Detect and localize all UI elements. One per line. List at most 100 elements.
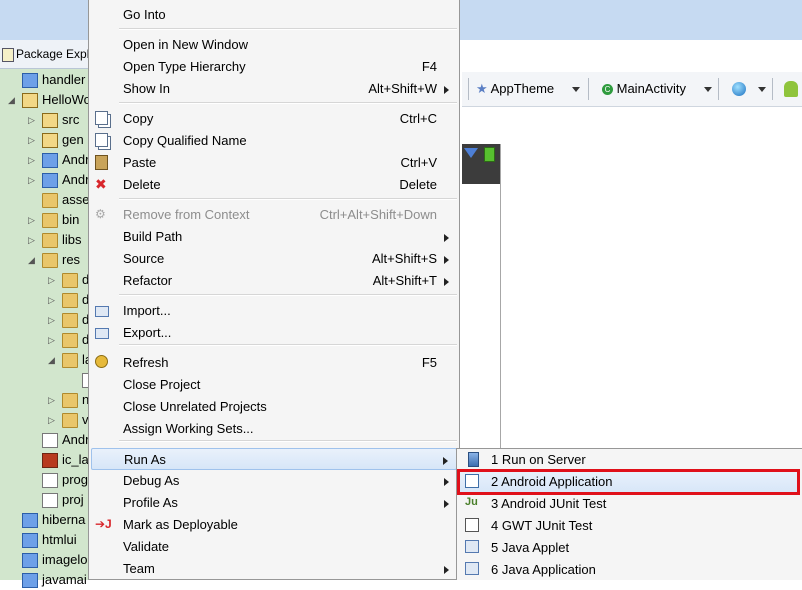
tree-item[interactable]: ▷ gen (0, 130, 90, 150)
tree-item-label: res (62, 252, 81, 267)
menu-item-show-in[interactable]: Show In Alt+Shift+W (91, 78, 457, 100)
expanded-arrow-icon[interactable]: ◢ (8, 95, 16, 105)
tree-item[interactable]: asse (0, 190, 90, 210)
submenu-item-java-applet[interactable]: 5 Java Applet (459, 537, 799, 559)
collapsed-arrow-icon[interactable]: ▷ (28, 155, 36, 165)
menu-item-run-as[interactable]: Run As (91, 448, 457, 470)
menu-item-copy[interactable]: Copy Ctrl+C (91, 108, 457, 130)
theme-dropdown-arrow[interactable] (572, 87, 580, 92)
tree-item[interactable]: hiberna (0, 510, 90, 530)
menu-item-close-project[interactable]: Close Project (91, 374, 457, 396)
menu-item-label: Copy Qualified Name (123, 133, 247, 148)
submenu-item-android-junit-test[interactable]: Ju 3 Android JUnit Test (459, 493, 799, 515)
toolbar-separator (588, 78, 589, 100)
collapsed-arrow-icon[interactable]: ▷ (28, 115, 36, 125)
activity-selector[interactable]: C MainActivity (602, 81, 686, 96)
menu-item-shortcut: Ctrl+V (400, 155, 437, 170)
tree-item-label: proj (62, 492, 84, 507)
expanded-arrow-icon[interactable]: ◢ (28, 255, 36, 265)
menu-item-export[interactable]: Export... (91, 322, 457, 344)
menu-item-team[interactable]: Team (91, 558, 457, 580)
theme-label: AppTheme (490, 81, 555, 96)
menu-item-refactor[interactable]: Refactor Alt+Shift+T (91, 270, 457, 292)
tree-item[interactable]: ▷ d (0, 330, 90, 350)
tree-item[interactable]: htmlui (0, 530, 90, 550)
tree-item[interactable]: ▷ Andr (0, 150, 90, 170)
collapsed-arrow-icon[interactable]: ▷ (48, 275, 56, 285)
file-icon (42, 493, 58, 508)
menu-item-label: Show In (123, 81, 170, 96)
tree-item[interactable]: ◢ HelloWo (0, 90, 91, 110)
import-icon (95, 306, 109, 317)
file-icon (42, 473, 58, 488)
tree-item[interactable]: ▷ Andr (0, 170, 90, 190)
tree-item[interactable]: ◢ res (0, 250, 90, 270)
submenu-item-gwt-junit-test[interactable]: 4 GWT JUnit Test (459, 515, 799, 537)
collapsed-arrow-icon[interactable]: ▷ (48, 415, 56, 425)
tree-item[interactable]: ▷ libs (0, 230, 90, 250)
collapsed-arrow-icon[interactable]: ▷ (48, 295, 56, 305)
menu-item-label: Mark as Deployable (123, 517, 238, 532)
tree-item[interactable]: handler (0, 70, 90, 90)
menu-separator (119, 28, 457, 30)
tree-item[interactable]: ▷ v (0, 410, 90, 430)
tree-item[interactable]: Andr (0, 430, 90, 450)
collapsed-arrow-icon[interactable]: ▷ (28, 215, 36, 225)
submenu-item-run-on-server[interactable]: 1 Run on Server (459, 449, 799, 471)
globe-icon[interactable] (732, 82, 746, 96)
activity-dropdown-arrow[interactable] (704, 87, 712, 92)
tree-item[interactable]: ic_la (0, 450, 90, 470)
menu-separator (119, 440, 457, 442)
package-explorer-tab[interactable]: Package Expl (0, 40, 90, 69)
submenu-item-label: 4 GWT JUnit Test (491, 518, 593, 533)
menu-item-open-type-hierarchy[interactable]: Open Type Hierarchy F4 (91, 56, 457, 78)
menu-item-mark-as-deployable[interactable]: ➔J Mark as Deployable (91, 514, 457, 536)
collapsed-arrow-icon[interactable]: ▷ (48, 395, 56, 405)
collapsed-arrow-icon[interactable]: ▷ (28, 135, 36, 145)
tree-item[interactable]: ▷ bin (0, 210, 90, 230)
android-icon[interactable] (784, 81, 798, 97)
submenu-item-label: 3 Android JUnit Test (491, 496, 607, 511)
menu-item-delete[interactable]: ✖ Delete Delete (91, 174, 457, 196)
filter-icon[interactable] (464, 148, 478, 158)
tree-item[interactable]: ▷ n (0, 390, 90, 410)
theme-selector[interactable]: ★ AppTheme (476, 81, 554, 97)
submenu-item-java-application[interactable]: 6 Java Application (459, 559, 799, 581)
folder-icon (62, 313, 78, 328)
folder-icon (62, 333, 78, 348)
collapsed-arrow-icon[interactable]: ▷ (28, 175, 36, 185)
tree-item[interactable]: prog (0, 470, 90, 490)
tree-item[interactable]: ◢la (0, 350, 92, 370)
submenu-item-label: 6 Java Application (491, 562, 596, 577)
menu-item-go-into[interactable]: Go Into (91, 4, 457, 26)
tree-item[interactable]: javamai (0, 570, 90, 590)
tree-item[interactable]: ▷ src (0, 110, 90, 130)
menu-item-debug-as[interactable]: Debug As (91, 470, 457, 492)
menu-item-copy-qualified-name[interactable]: Copy Qualified Name (91, 130, 457, 152)
tree-item[interactable]: proj (0, 490, 90, 510)
menu-item-paste[interactable]: Paste Ctrl+V (91, 152, 457, 174)
collapsed-arrow-icon[interactable]: ▷ (48, 335, 56, 345)
activity-label: MainActivity (616, 81, 686, 96)
collapsed-arrow-icon[interactable]: ▷ (28, 235, 36, 245)
tree-item[interactable]: imagelo (0, 550, 90, 570)
menu-item-import[interactable]: Import... (91, 300, 457, 322)
menu-item-source[interactable]: Source Alt+Shift+S (91, 248, 457, 270)
menu-item-close-unrelated-projects[interactable]: Close Unrelated Projects (91, 396, 457, 418)
menu-item-label: Export... (123, 325, 172, 340)
menu-item-build-path[interactable]: Build Path (91, 226, 457, 248)
menu-item-refresh[interactable]: Refresh F5 (91, 352, 457, 374)
battery-icon (484, 147, 495, 162)
locale-dropdown-arrow[interactable] (758, 87, 766, 92)
menu-item-open-in-new-window[interactable]: Open in New Window (91, 34, 457, 56)
menu-item-label: Delete (123, 177, 161, 192)
menu-item-validate[interactable]: Validate (91, 536, 457, 558)
menu-item-assign-working-sets[interactable]: Assign Working Sets... (91, 418, 457, 440)
expanded-arrow-icon[interactable]: ◢ (48, 355, 56, 365)
tree-item[interactable]: ▷ d (0, 310, 90, 330)
tree-item[interactable]: ▷ d (0, 290, 90, 310)
menu-item-profile-as[interactable]: Profile As (91, 492, 457, 514)
tree-item[interactable] (0, 370, 98, 390)
tree-item[interactable]: ▷ d (0, 270, 90, 290)
collapsed-arrow-icon[interactable]: ▷ (48, 315, 56, 325)
